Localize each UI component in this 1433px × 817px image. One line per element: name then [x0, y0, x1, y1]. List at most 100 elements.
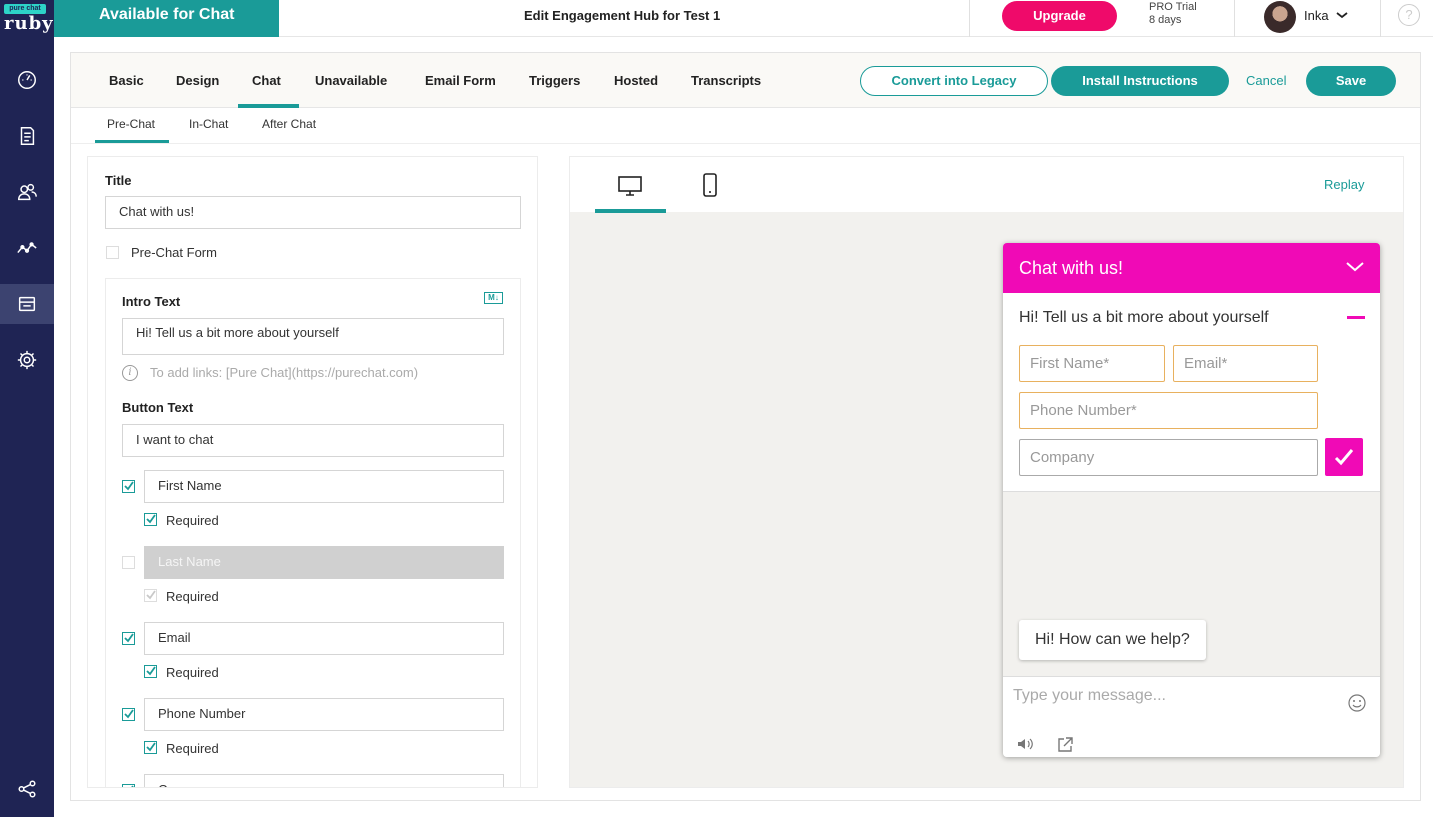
preview-toolbar: Replay: [570, 157, 1403, 213]
title-label: Title: [105, 173, 132, 188]
preview-panel: Replay Chat with us! Hi! Tell us a bit m…: [569, 156, 1404, 788]
subtab-in-chat[interactable]: In-Chat: [189, 117, 228, 131]
sidebar-item-share[interactable]: [0, 769, 54, 809]
first-name-required-checkbox[interactable]: [144, 513, 157, 526]
widget-intro: Hi! Tell us a bit more about yourself: [1019, 309, 1269, 326]
intro-text-label: Intro Text: [122, 294, 181, 309]
tab-bar: Basic Design Chat Unavailable Email Form…: [71, 53, 1420, 108]
top-bar: Available for Chat Edit Engagement Hub f…: [54, 0, 1433, 37]
page-title: Edit Engagement Hub for Test 1: [524, 8, 721, 23]
tab-basic[interactable]: Basic: [109, 73, 144, 88]
markdown-icon[interactable]: M↓: [484, 292, 503, 304]
trial-days: 8 days: [1149, 14, 1182, 26]
intro-text-input[interactable]: Hi! Tell us a bit more about yourself: [122, 318, 504, 355]
users-icon: [18, 183, 37, 201]
trial-info: PRO Trial 8 days: [1149, 1, 1197, 27]
tab-triggers[interactable]: Triggers: [529, 73, 580, 88]
tab-unavailable[interactable]: Unavailable: [315, 73, 387, 88]
required-label: Required: [166, 741, 219, 756]
checkmark-icon: [124, 633, 134, 643]
submit-button[interactable]: [1325, 438, 1363, 476]
phone-required-checkbox[interactable]: [144, 741, 157, 754]
editor-panel: Basic Design Chat Unavailable Email Form…: [70, 52, 1421, 801]
widget-phone-input[interactable]: Phone Number*: [1019, 392, 1318, 429]
greeting-bubble: Hi! How can we help?: [1019, 620, 1206, 660]
widget-prechat-form: Hi! Tell us a bit more about yourself Fi…: [1003, 293, 1380, 492]
sidebar: pure chat ruby: [0, 0, 54, 817]
tab-chat[interactable]: Chat: [252, 73, 281, 88]
cancel-button[interactable]: Cancel: [1246, 73, 1286, 88]
prechat-form-checkbox[interactable]: [106, 246, 119, 259]
sidebar-item-analytics[interactable]: [0, 228, 54, 268]
divider: [1234, 0, 1235, 37]
email-required-checkbox[interactable]: [144, 665, 157, 678]
minimize-icon[interactable]: [1347, 316, 1365, 319]
install-instructions-button[interactable]: Install Instructions: [1051, 66, 1229, 96]
user-name[interactable]: Inka: [1304, 8, 1329, 23]
checkmark-icon: [146, 666, 156, 676]
chat-box-icon: [18, 296, 36, 312]
button-text-input[interactable]: I want to chat: [122, 424, 504, 457]
sidebar-item-dashboard[interactable]: [0, 60, 54, 100]
phone-number-field[interactable]: Phone Number: [144, 698, 504, 731]
chevron-down-icon[interactable]: [1346, 261, 1364, 273]
required-label: Required: [166, 513, 219, 528]
last-name-checkbox[interactable]: [122, 556, 135, 569]
widget-title: Chat with us!: [1019, 258, 1124, 278]
prechat-form-label: Pre-Chat Form: [131, 245, 217, 260]
sidebar-item-engagement[interactable]: [0, 284, 54, 324]
subtab-pre-chat[interactable]: Pre-Chat: [107, 117, 155, 131]
app-logo[interactable]: pure chat ruby: [4, 4, 53, 40]
analytics-icon: [17, 242, 37, 254]
document-icon: [20, 127, 35, 145]
tab-transcripts[interactable]: Transcripts: [691, 73, 761, 88]
divider: [1380, 0, 1381, 37]
tab-hosted[interactable]: Hosted: [614, 73, 658, 88]
tab-design[interactable]: Design: [176, 73, 219, 88]
availability-status[interactable]: Available for Chat: [54, 0, 279, 37]
link-hint: To add links: [Pure Chat](https://purech…: [150, 365, 419, 380]
volume-icon[interactable]: [1017, 737, 1033, 751]
title-input[interactable]: Chat with us!: [105, 196, 521, 229]
avatar[interactable]: [1264, 1, 1296, 33]
required-label: Required: [166, 589, 219, 604]
message-input[interactable]: Type your message...: [1013, 687, 1166, 705]
save-button[interactable]: Save: [1306, 66, 1396, 96]
chevron-down-icon[interactable]: [1335, 8, 1349, 22]
first-name-field[interactable]: First Name: [144, 470, 504, 503]
replay-button[interactable]: Replay: [1324, 177, 1364, 192]
convert-legacy-button[interactable]: Convert into Legacy: [860, 66, 1048, 96]
mobile-icon[interactable]: [702, 173, 718, 197]
upgrade-button[interactable]: Upgrade: [1002, 1, 1117, 31]
help-icon[interactable]: ?: [1398, 4, 1420, 26]
first-name-checkbox[interactable]: [122, 480, 135, 493]
email-checkbox[interactable]: [122, 632, 135, 645]
widget-first-name-input[interactable]: First Name*: [1019, 345, 1165, 382]
desktop-icon[interactable]: [618, 175, 642, 197]
checkmark-icon: [1334, 449, 1354, 466]
emoji-icon[interactable]: [1348, 694, 1366, 712]
widget-company-input[interactable]: Company: [1019, 439, 1318, 476]
share-icon: [18, 780, 36, 798]
subtab-after-chat[interactable]: After Chat: [262, 117, 316, 131]
sidebar-item-settings[interactable]: [0, 340, 54, 380]
widget-header[interactable]: Chat with us!: [1003, 243, 1380, 293]
checkmark-icon: [146, 590, 156, 600]
tab-email-form[interactable]: Email Form: [425, 73, 496, 88]
company-field[interactable]: Company: [144, 774, 504, 787]
divider: [969, 0, 970, 37]
company-checkbox[interactable]: [122, 784, 135, 787]
prechat-form-section: Intro Text M↓ Hi! Tell us a bit more abo…: [105, 278, 521, 787]
sidebar-item-users[interactable]: [0, 172, 54, 212]
checkmark-icon: [146, 514, 156, 524]
phone-checkbox[interactable]: [122, 708, 135, 721]
trial-plan: PRO Trial: [1149, 1, 1197, 13]
popout-icon[interactable]: [1057, 737, 1073, 753]
required-label: Required: [166, 665, 219, 680]
last-name-field: Last Name: [144, 546, 504, 579]
widget-email-input[interactable]: Email*: [1173, 345, 1318, 382]
email-field[interactable]: Email: [144, 622, 504, 655]
sidebar-item-documents[interactable]: [0, 116, 54, 156]
checkmark-icon: [124, 709, 134, 719]
checkmark-icon: [146, 742, 156, 752]
